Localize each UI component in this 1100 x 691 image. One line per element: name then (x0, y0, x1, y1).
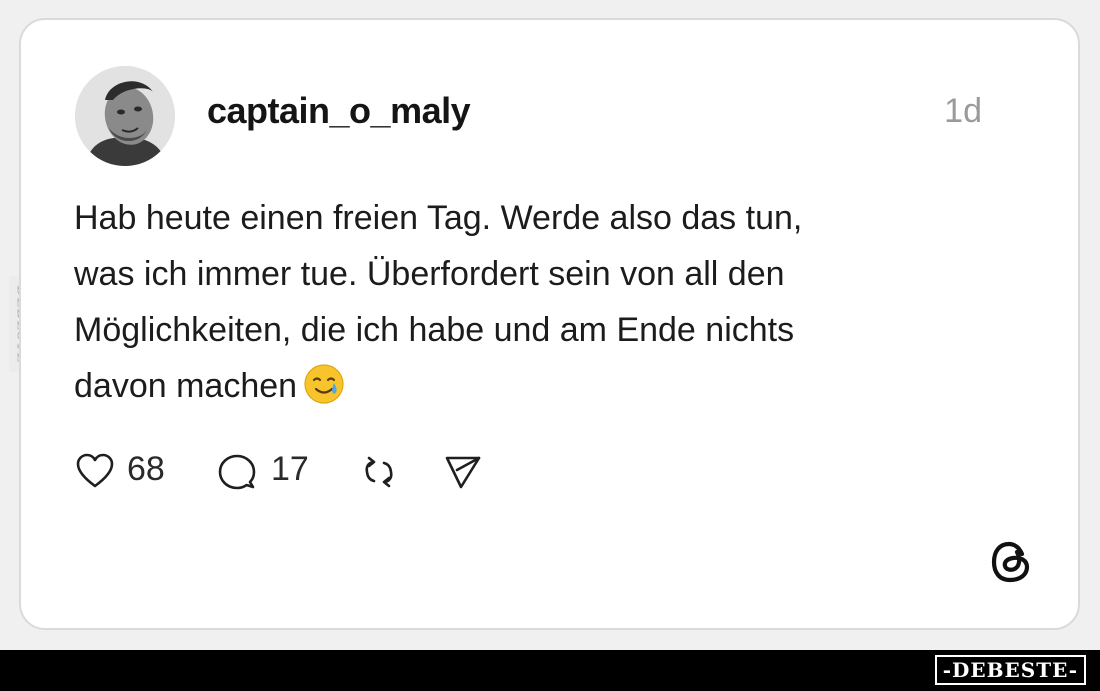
like-button[interactable]: 68 (75, 448, 175, 494)
avatar[interactable] (75, 66, 175, 166)
bottom-bar: -DEBESTE- (0, 650, 1100, 691)
timestamp: 1d (944, 92, 982, 130)
repost-icon (365, 456, 393, 488)
post-text-line: davon machen (74, 367, 298, 405)
avatar-image (75, 66, 175, 166)
like-count: 68 (127, 450, 165, 488)
reply-button[interactable]: 17 (217, 448, 317, 494)
share-button[interactable] (443, 448, 489, 494)
post-card: captain_o_maly 1d Hab heute einen freien… (19, 18, 1080, 630)
threads-logo-icon[interactable] (987, 538, 1035, 586)
smiling-face-with-tear-emoji-icon (304, 364, 344, 404)
repost-button[interactable] (359, 448, 405, 494)
heart-icon (76, 453, 114, 488)
comment-bubble-icon (218, 454, 256, 490)
send-icon (445, 456, 481, 489)
post-text-line: was ich immer tue. Überfordert sein von … (74, 255, 785, 293)
post-text-line: Möglichkeiten, die ich habe und am Ende … (74, 311, 795, 349)
bottom-watermark: -DEBESTE- (934, 655, 1086, 685)
reply-count: 17 (271, 450, 309, 488)
username[interactable]: captain_o_maly (207, 90, 471, 132)
post-text: Hab heute einen freien Tag. Werde also d… (74, 190, 954, 414)
post-text-line-last: davon machen (74, 358, 954, 414)
post-text-line: Hab heute einen freien Tag. Werde also d… (74, 199, 803, 237)
